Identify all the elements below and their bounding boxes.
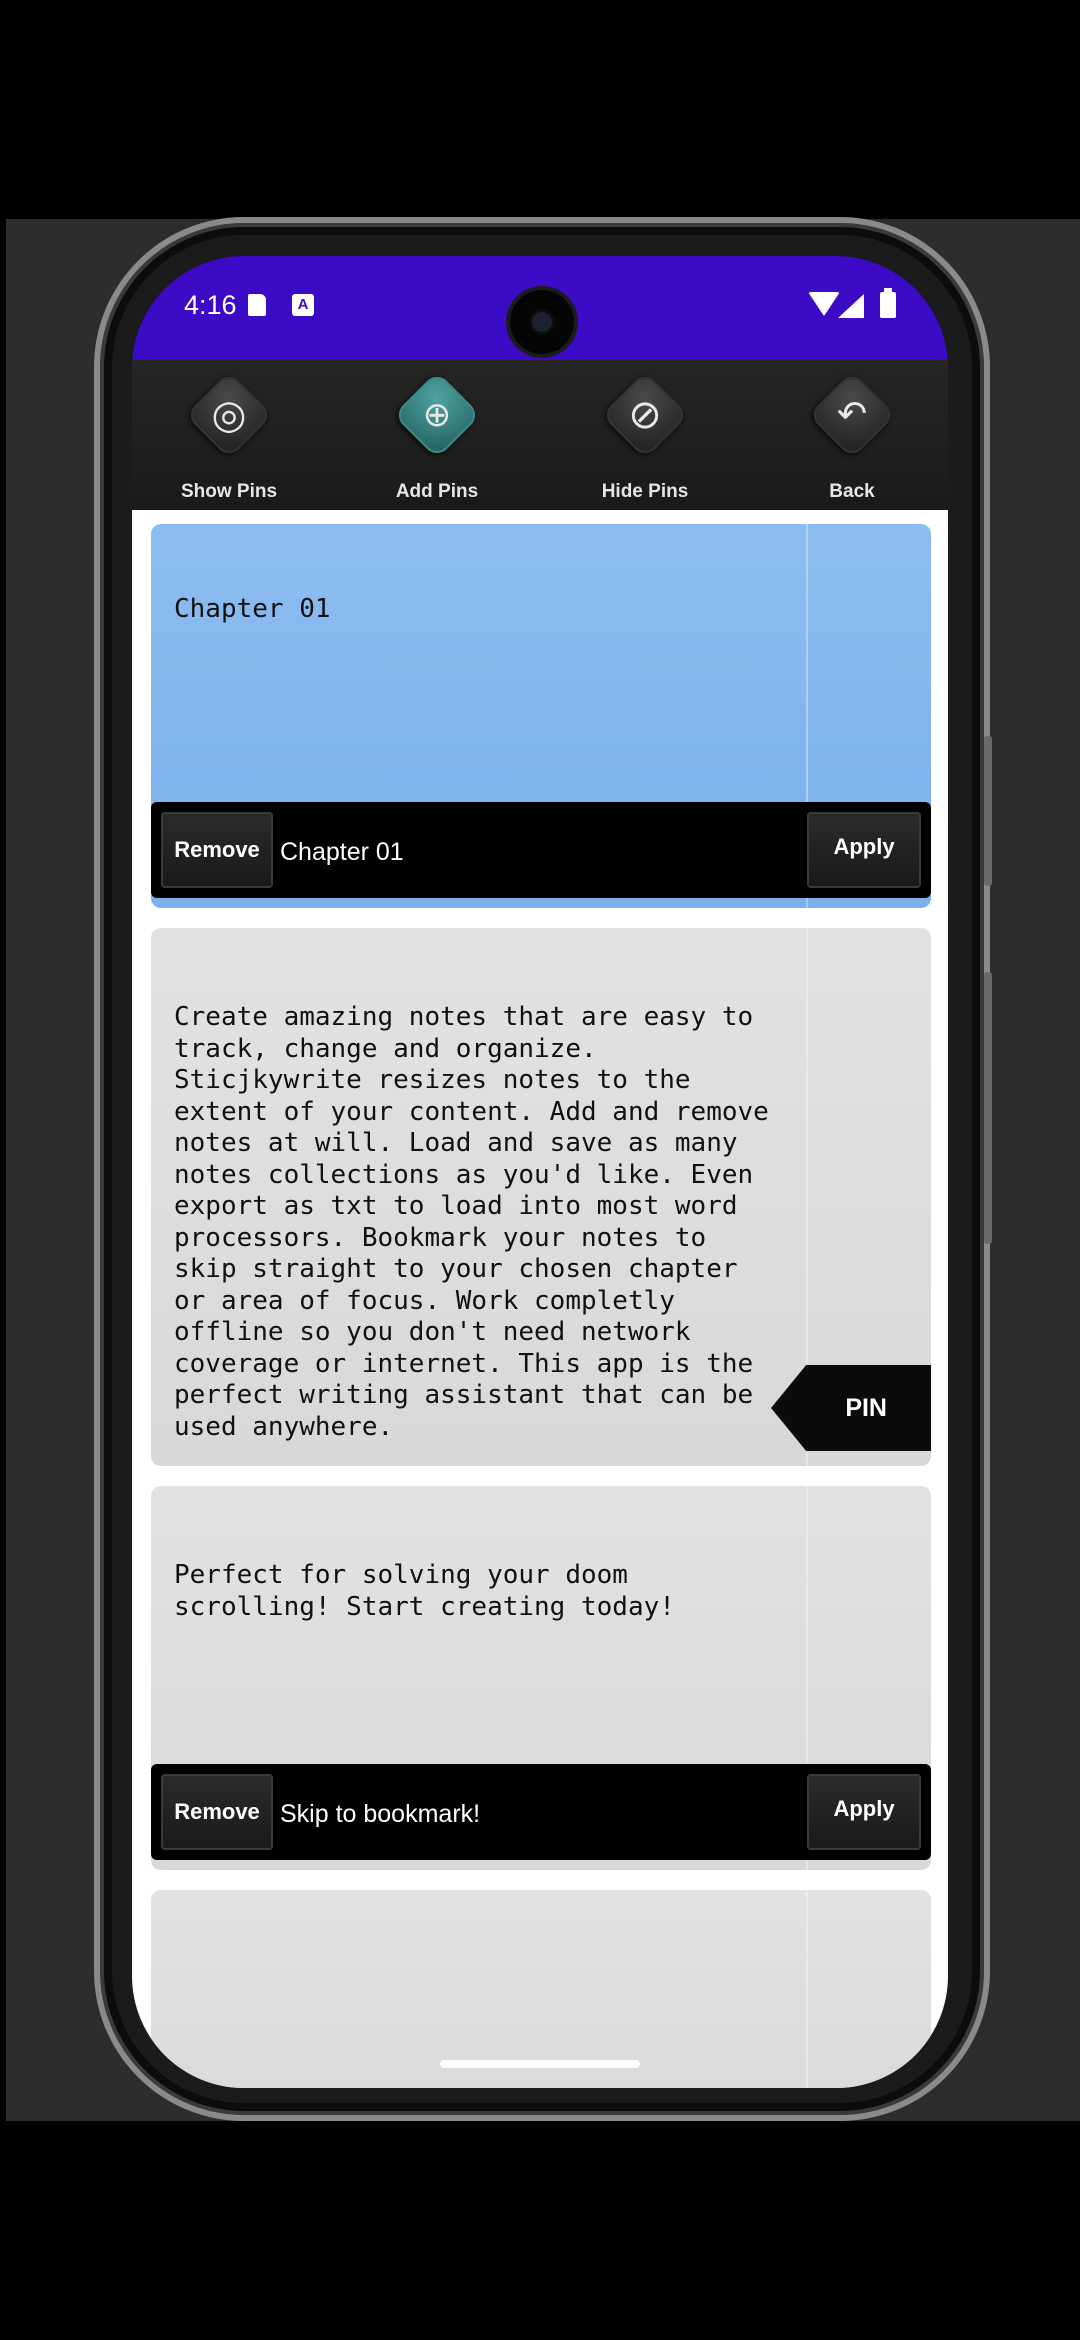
back-label: Back: [829, 481, 875, 502]
no-symbol-icon: ⊘: [628, 392, 662, 438]
sd-card-icon: [248, 294, 266, 316]
target-icon: ◎: [211, 392, 247, 438]
remove-bookmark-button[interactable]: Remove: [161, 1774, 273, 1850]
hide-pins-label: Hide Pins: [601, 481, 689, 502]
hide-pins-button[interactable]: ⊘ Hide Pins: [565, 360, 725, 510]
bookmark-bar: Remove Skip to bookmark! Apply: [151, 1764, 931, 1860]
apply-bookmark-button[interactable]: Apply: [807, 812, 921, 888]
battery-icon: [880, 288, 896, 318]
note-text[interactable]: Chapter 01: [174, 594, 774, 626]
show-pins-button[interactable]: ◎ Show Pins: [149, 360, 309, 510]
bookmark-label: Chapter 01: [280, 838, 404, 866]
power-button: [984, 972, 992, 1244]
undo-arrow-icon: ↶: [836, 394, 868, 435]
add-pins-button[interactable]: ⊕ Add Pins: [357, 360, 517, 510]
note-text[interactable]: Create amazing notes that are easy to tr…: [174, 1002, 774, 1443]
notes-list[interactable]: Chapter 01 Remove Chapter 01 Apply Creat…: [132, 510, 948, 2088]
note-text[interactable]: Perfect for solving your doom scrolling!…: [174, 1560, 774, 1623]
add-pin-icon: ⊕: [422, 395, 452, 435]
toolbar: ◎ Show Pins ⊕ Add Pins ⊘ Hide Pins ↶ Bac…: [132, 360, 948, 510]
home-handle[interactable]: [440, 2060, 640, 2068]
remove-bookmark-button[interactable]: Remove: [161, 812, 273, 888]
back-button[interactable]: ↶ Back: [772, 360, 932, 510]
status-bar: 4:16 A: [132, 256, 948, 360]
bookmark-bar: Remove Chapter 01 Apply: [151, 802, 931, 898]
apply-bookmark-button[interactable]: Apply: [807, 1774, 921, 1850]
note-card[interactable]: Chapter 01 Remove Chapter 01 Apply: [151, 524, 931, 908]
add-pins-label: Add Pins: [395, 481, 479, 502]
note-card[interactable]: [151, 1890, 931, 2088]
note-card[interactable]: Perfect for solving your doom scrolling!…: [151, 1486, 931, 1870]
bookmark-label: Skip to bookmark!: [280, 1800, 481, 1828]
cellular-icon: [838, 294, 864, 318]
wifi-icon: [808, 292, 840, 316]
phone-screen: 4:16 A ◎ Show Pins ⊕ Add Pins ⊘ Hide Pin…: [132, 256, 948, 2088]
status-time: 4:16: [184, 290, 237, 320]
show-pins-label: Show Pins: [180, 481, 278, 502]
note-margin-line: [806, 1890, 808, 2088]
front-camera: [510, 290, 574, 354]
pin-button[interactable]: PIN: [771, 1365, 931, 1451]
note-card[interactable]: Create amazing notes that are easy to tr…: [151, 928, 931, 1466]
volume-up-button: [984, 736, 992, 886]
a-icon: A: [292, 294, 314, 316]
